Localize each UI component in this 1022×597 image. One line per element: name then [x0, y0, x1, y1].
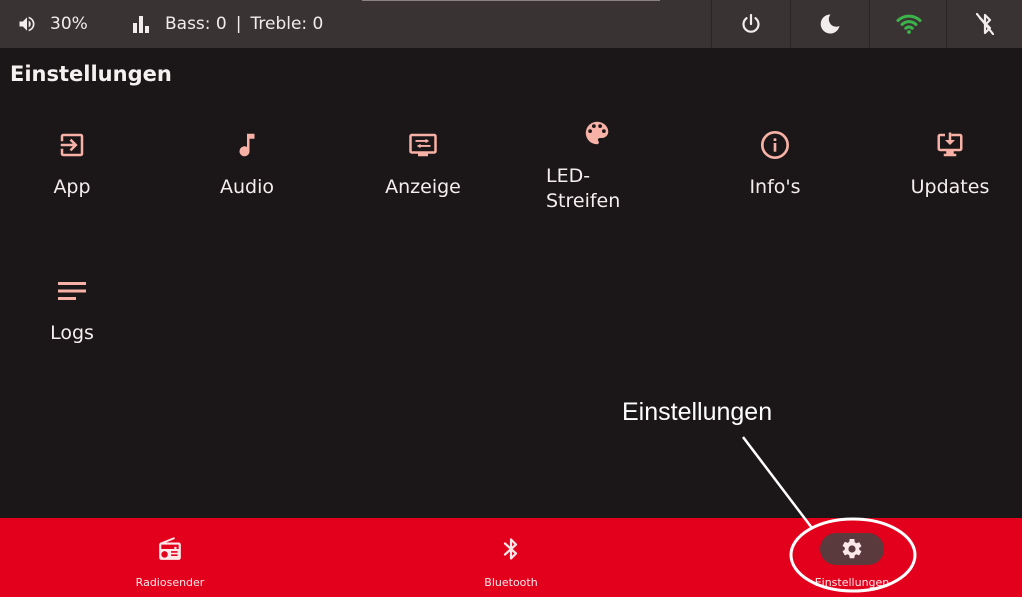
tile-label-audio: Audio: [219, 176, 274, 198]
tile-anzeige[interactable]: Anzeige: [373, 128, 473, 198]
volume-status[interactable]: 30%: [16, 0, 88, 48]
annotation-label: Einstellungen: [622, 398, 773, 426]
tile-label-led-line2: Streifen: [546, 190, 621, 212]
status-bar: 30% Bass: 0 | Treble: 0: [0, 0, 1022, 48]
nav-einstellungen-pill: [820, 533, 884, 565]
bass-value: Bass: 0: [165, 14, 227, 34]
tile-label-infos: Info's: [749, 176, 801, 198]
tile-updates[interactable]: Updates: [905, 128, 995, 198]
equalizer-icon: [133, 16, 149, 33]
wifi-button[interactable]: [869, 0, 947, 48]
nav-einstellungen[interactable]: Einstellungen: [802, 518, 902, 597]
tile-label-app: App: [53, 176, 91, 198]
nav-label-radiosender: Radiosender: [135, 576, 205, 589]
lines-icon: [58, 282, 86, 300]
gear-icon: [842, 538, 862, 559]
tile-audio[interactable]: Audio: [207, 128, 287, 198]
power-button[interactable]: [711, 0, 789, 48]
bluetooth-off-icon: [975, 12, 994, 36]
download-monitor-icon: [937, 132, 963, 157]
tile-label-anzeige: Anzeige: [385, 176, 461, 198]
tile-label-led-line1: LED-: [546, 165, 591, 187]
equalizer-status[interactable]: Bass: 0 | Treble: 0: [131, 0, 323, 48]
separator: |: [235, 14, 242, 34]
tile-led-streifen[interactable]: LED- Streifen: [546, 116, 656, 214]
nav-label-bluetooth: Bluetooth: [484, 576, 538, 589]
tile-label-logs: Logs: [50, 322, 94, 344]
radio-icon: [159, 537, 181, 560]
moon-icon: [820, 14, 839, 34]
tile-app[interactable]: App: [32, 128, 112, 198]
nav-bluetooth-pill: [479, 533, 543, 565]
tile-label-led-streifen: LED- Streifen: [546, 164, 620, 214]
power-icon: [741, 13, 760, 33]
nav-bluetooth[interactable]: Bluetooth: [461, 518, 561, 597]
treble-value: Treble: 0: [250, 14, 324, 34]
tile-logs[interactable]: Logs: [32, 274, 112, 344]
night-mode-button[interactable]: [790, 0, 868, 48]
nav-label-einstellungen: Einstellungen: [814, 576, 890, 589]
page-title: Einstellungen: [10, 62, 172, 86]
palette-icon: [585, 121, 609, 145]
drag-handle[interactable]: [362, 0, 660, 1]
bluetooth-icon: [503, 538, 518, 560]
display-icon: [409, 133, 437, 157]
exit-app-icon: [60, 133, 84, 157]
annotation-pointer-line: [742, 436, 813, 529]
bluetooth-button[interactable]: [946, 0, 1022, 48]
bottom-navigation: Radiosender Bluetooth Einstellungen: [0, 518, 1022, 597]
tile-label-updates: Updates: [910, 176, 990, 198]
wifi-icon: [896, 14, 921, 34]
volume-icon: [19, 16, 35, 32]
tile-infos[interactable]: Info's: [735, 128, 815, 198]
nav-radiosender-pill: [138, 533, 202, 565]
music-note-icon: [239, 133, 255, 157]
nav-radiosender[interactable]: Radiosender: [120, 518, 220, 597]
annotation-callout: [742, 436, 917, 593]
volume-value: 30%: [50, 14, 88, 34]
info-icon: [761, 131, 789, 159]
